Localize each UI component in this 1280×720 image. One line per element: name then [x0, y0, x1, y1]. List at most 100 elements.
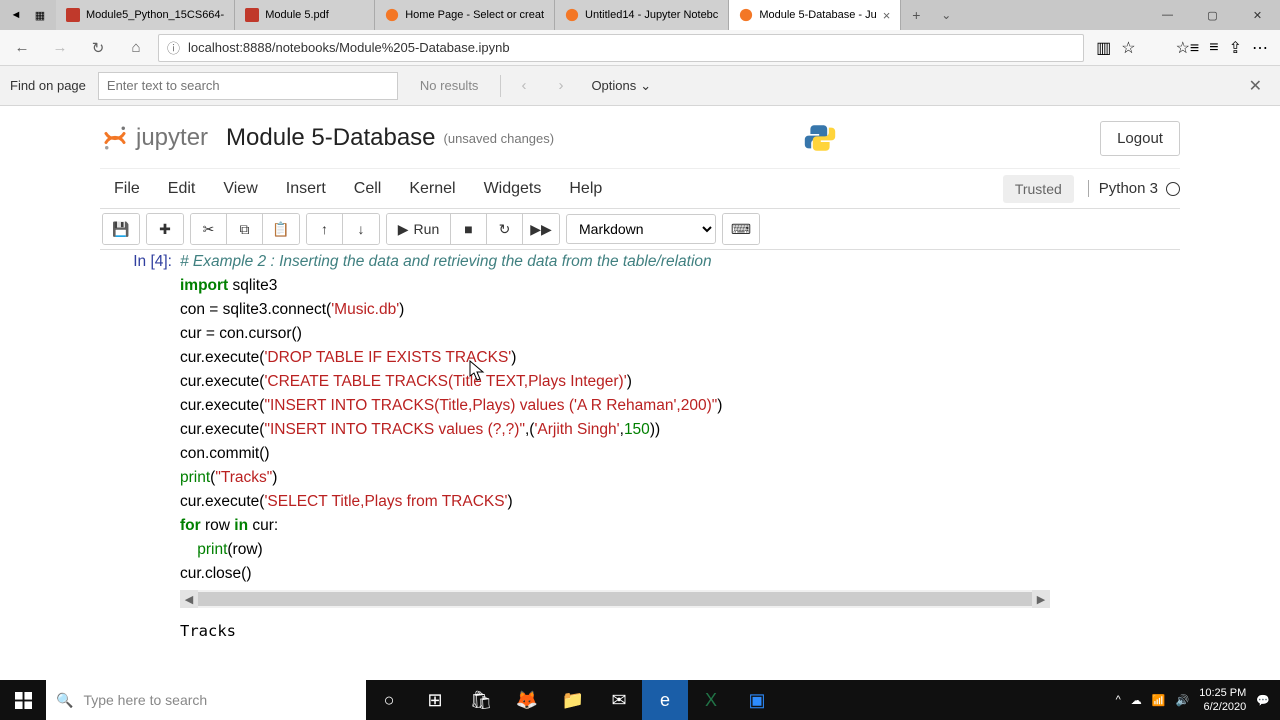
move-up-button[interactable]: ↑ [307, 214, 343, 244]
explorer-icon[interactable]: 📁 [550, 680, 596, 720]
edge-icon[interactable]: e [642, 680, 688, 720]
clock[interactable]: 10:25 PM 6/2/2020 [1199, 686, 1246, 714]
notifications-icon[interactable]: 💬 [1256, 694, 1270, 707]
find-input[interactable] [98, 72, 398, 100]
scroll-left-icon[interactable]: ◀ [180, 590, 198, 608]
find-options-button[interactable]: Options ⌄ [583, 78, 659, 94]
interrupt-button[interactable]: ■ [451, 214, 487, 244]
jupyter-icon [385, 8, 399, 22]
address-bar: ← → ↻ ⌂ ⓘ localhost:8888/notebooks/Modul… [0, 30, 1280, 66]
scroll-track[interactable] [198, 592, 1032, 606]
command-palette-button[interactable]: ⌨ [723, 214, 759, 244]
task-view-icon[interactable]: ⊞ [412, 680, 458, 720]
menubar: File Edit View Insert Cell Kernel Widget… [100, 168, 1180, 208]
restart-run-all-button[interactable]: ▶▶ [523, 214, 559, 244]
store-icon[interactable]: 🛍 [458, 680, 504, 720]
horizontal-scrollbar[interactable]: ◀ ▶ [180, 590, 1050, 608]
jupyter-icon [565, 8, 579, 22]
reading-view-icon[interactable]: ▥ [1096, 38, 1111, 58]
onedrive-icon[interactable]: ☁ [1131, 694, 1142, 707]
tab-module5-pdf2[interactable]: Module 5.pdf [235, 0, 375, 30]
menu-insert[interactable]: Insert [272, 169, 340, 208]
url-text: localhost:8888/notebooks/Module%205-Data… [188, 40, 510, 55]
find-close-button[interactable]: ✕ [1241, 76, 1270, 96]
search-placeholder: Type here to search [83, 692, 207, 708]
zoom-icon[interactable]: ▣ [734, 680, 780, 720]
jupyter-logo[interactable]: jupyter [100, 123, 208, 153]
cell-type-select[interactable]: Markdown [566, 214, 716, 244]
code-cell[interactable]: In [4]: # Example 2 : Inserting the data… [100, 250, 1180, 586]
add-cell-button[interactable]: ✚ [147, 214, 183, 244]
cortana-icon[interactable]: ○ [366, 680, 412, 720]
options-text: Options [591, 78, 636, 93]
find-next-button[interactable]: › [546, 77, 575, 94]
favorite-star-icon[interactable]: ☆ [1121, 38, 1135, 58]
menu-help[interactable]: Help [555, 169, 616, 208]
excel-icon[interactable]: X [688, 680, 734, 720]
find-prev-button[interactable]: ‹ [509, 77, 538, 94]
close-window-button[interactable]: ✕ [1235, 0, 1280, 30]
tab-homepage[interactable]: Home Page - Select or creat [375, 0, 555, 30]
wifi-icon[interactable]: 📶 [1152, 694, 1166, 707]
kernel-idle-icon [1166, 182, 1180, 196]
minimize-button[interactable]: — [1145, 0, 1190, 30]
taskbar-search[interactable]: 🔍 Type here to search [46, 680, 366, 720]
forward-button[interactable]: → [44, 32, 76, 64]
date-text: 6/2/2020 [1199, 700, 1246, 714]
play-icon: ▶ [398, 221, 409, 238]
find-bar: Find on page No results ‹ › Options ⌄ ✕ [0, 66, 1280, 106]
menu-view[interactable]: View [209, 169, 271, 208]
grid-icon[interactable]: ▦ [32, 7, 48, 23]
run-button[interactable]: ▶ Run [387, 214, 451, 244]
left-arrow-icon[interactable]: ◄ [8, 7, 24, 23]
tab-module5-database[interactable]: Module 5-Database - Ju × [729, 0, 901, 30]
tray-up-icon[interactable]: ^ [1116, 694, 1121, 706]
time-text: 10:25 PM [1199, 686, 1246, 700]
menu-widgets[interactable]: Widgets [470, 169, 556, 208]
mail-icon[interactable]: ✉ [596, 680, 642, 720]
restart-button[interactable]: ↻ [487, 214, 523, 244]
tab-label: Module5_Python_15CS664- [86, 9, 224, 21]
find-results: No results [406, 78, 493, 93]
tab-label: Module 5-Database - Ju [759, 9, 876, 21]
tab-module5-pdf1[interactable]: Module5_Python_15CS664- [56, 0, 235, 30]
home-button[interactable]: ⌂ [120, 32, 152, 64]
start-button[interactable] [0, 680, 46, 720]
refresh-button[interactable]: ↻ [82, 32, 114, 64]
volume-icon[interactable]: 🔊 [1176, 694, 1190, 707]
python-logo-icon [804, 122, 836, 154]
tab-label: Module 5.pdf [265, 9, 329, 21]
new-tab-button[interactable]: + [901, 0, 931, 30]
copy-button[interactable]: ⧉ [227, 214, 263, 244]
paste-button[interactable]: 📋 [263, 214, 299, 244]
kernel-indicator[interactable]: Python 3 [1088, 180, 1180, 197]
move-down-button[interactable]: ↓ [343, 214, 379, 244]
tab-untitled14[interactable]: Untitled14 - Jupyter Notebc [555, 0, 729, 30]
more-icon[interactable]: ⋯ [1252, 38, 1268, 58]
back-button[interactable]: ← [6, 32, 38, 64]
url-input[interactable]: ⓘ localhost:8888/notebooks/Module%205-Da… [158, 34, 1084, 62]
notebook-title[interactable]: Module 5-Database [226, 124, 435, 152]
hub-icon[interactable]: ≡ [1209, 39, 1218, 57]
trusted-badge[interactable]: Trusted [1003, 175, 1074, 203]
share-icon[interactable]: ⇪ [1229, 38, 1242, 58]
kernel-name-text: Python 3 [1099, 180, 1158, 197]
close-icon[interactable]: × [883, 8, 891, 23]
tab-dropdown[interactable]: ⌄ [931, 0, 961, 30]
input-prompt: In [4]: [100, 250, 180, 586]
menu-cell[interactable]: Cell [340, 169, 396, 208]
save-button[interactable]: 💾 [103, 214, 139, 244]
menu-edit[interactable]: Edit [154, 169, 210, 208]
favorites-icon[interactable]: ☆≡ [1176, 38, 1200, 58]
scroll-right-icon[interactable]: ▶ [1032, 590, 1050, 608]
menu-file[interactable]: File [100, 169, 154, 208]
firefox-icon[interactable]: 🦊 [504, 680, 550, 720]
code-editor[interactable]: # Example 2 : Inserting the data and ret… [180, 250, 1180, 586]
jupyter-logo-text: jupyter [136, 124, 208, 152]
tab-label: Home Page - Select or creat [405, 9, 544, 21]
cut-button[interactable]: ✂ [191, 214, 227, 244]
maximize-button[interactable]: ▢ [1190, 0, 1235, 30]
menu-kernel[interactable]: Kernel [395, 169, 469, 208]
logout-button[interactable]: Logout [1100, 121, 1180, 156]
chevron-down-icon: ⌄ [640, 78, 651, 94]
